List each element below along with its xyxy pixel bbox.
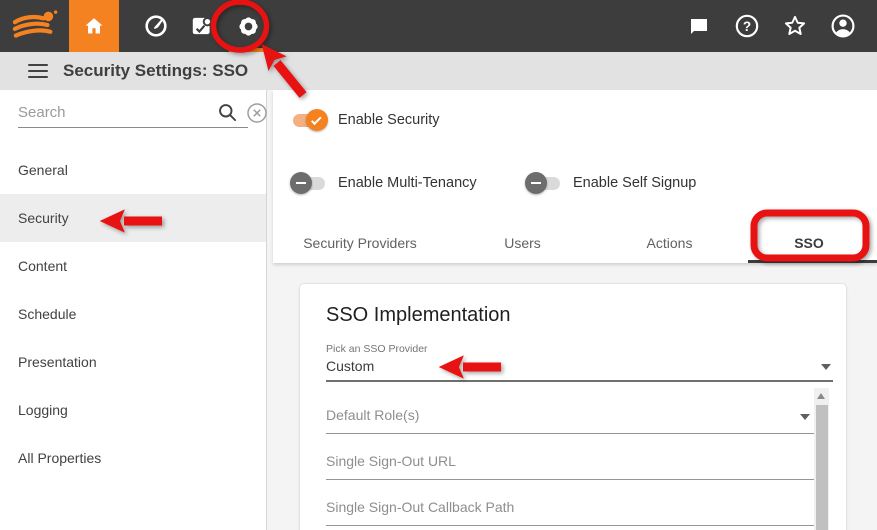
chevron-down-icon bbox=[800, 414, 810, 420]
sidebar-item-all-properties[interactable]: All Properties bbox=[0, 434, 266, 482]
sso-provider-value: Custom bbox=[326, 358, 833, 374]
toggle-knob-minus-icon bbox=[290, 172, 312, 194]
enable-security-row: Enable Security bbox=[293, 112, 440, 128]
single-sign-out-url-row bbox=[326, 434, 814, 480]
sidebar-items: General Security Content Schedule Presen… bbox=[0, 146, 266, 482]
app-window: ? Security Settings: SSO bbox=[0, 0, 877, 530]
scroll-up-arrow-icon[interactable] bbox=[817, 393, 825, 399]
card-scrollbar[interactable] bbox=[814, 388, 829, 530]
default-roles-input[interactable] bbox=[326, 407, 814, 433]
tab-users[interactable]: Users bbox=[447, 223, 598, 263]
toggle-label: Enable Multi-Tenancy bbox=[338, 175, 477, 191]
sso-provider-label: Pick an SSO Provider bbox=[326, 343, 833, 355]
chat-icon bbox=[687, 14, 711, 38]
page-title: Security Settings: SSO bbox=[63, 61, 248, 81]
enable-self-signup-toggle[interactable] bbox=[528, 177, 560, 190]
nav-settings-tab[interactable] bbox=[225, 0, 271, 52]
toggle-label: Enable Security bbox=[338, 112, 440, 128]
enable-multi-tenancy-toggle[interactable] bbox=[293, 177, 325, 190]
brand-logo[interactable] bbox=[0, 0, 69, 52]
sidebar-item-general[interactable]: General bbox=[0, 146, 266, 194]
sso-provider-dropdown[interactable]: Custom bbox=[326, 358, 833, 382]
topbar-spacer bbox=[271, 0, 675, 52]
sidebar-item-content[interactable]: Content bbox=[0, 242, 266, 290]
sso-fields-region bbox=[326, 388, 814, 526]
account-button[interactable] bbox=[819, 0, 867, 52]
toggle-label: Enable Self Signup bbox=[573, 175, 696, 191]
account-icon bbox=[830, 13, 856, 39]
wave-logo-icon bbox=[12, 8, 58, 44]
star-icon bbox=[782, 13, 808, 39]
sidebar-item-security[interactable]: Security bbox=[0, 194, 266, 242]
single-sign-out-url-input[interactable] bbox=[326, 453, 814, 479]
toggle-knob-minus-icon bbox=[525, 172, 547, 194]
tab-security-providers[interactable]: Security Providers bbox=[273, 223, 447, 263]
enable-multi-tenancy-row: Enable Multi-Tenancy bbox=[293, 175, 477, 191]
enable-self-signup-row: Enable Self Signup bbox=[528, 175, 696, 191]
scrollbar-thumb[interactable] bbox=[816, 405, 828, 530]
settings-sidebar: General Security Content Schedule Presen… bbox=[0, 90, 267, 530]
single-sign-out-callback-path-row bbox=[326, 480, 814, 526]
security-tabs: Security Providers Users Actions SSO bbox=[273, 223, 877, 263]
chat-button[interactable] bbox=[675, 0, 723, 52]
chevron-down-icon bbox=[821, 364, 831, 370]
report-check-icon bbox=[189, 13, 215, 39]
topbar-right-icons: ? bbox=[675, 0, 877, 52]
sidebar-item-schedule[interactable]: Schedule bbox=[0, 290, 266, 338]
nav-reports-tab[interactable] bbox=[179, 0, 225, 52]
clear-search-icon[interactable] bbox=[246, 102, 268, 124]
single-sign-out-callback-path-input[interactable] bbox=[326, 499, 814, 525]
nav-home-tab[interactable] bbox=[69, 0, 119, 52]
top-nav-bar: ? bbox=[0, 0, 877, 52]
default-roles-dropdown[interactable] bbox=[326, 388, 814, 434]
gear-icon bbox=[235, 13, 262, 40]
tab-actions[interactable]: Actions bbox=[598, 223, 741, 263]
sidebar-item-logging[interactable]: Logging bbox=[0, 386, 266, 434]
menu-icon[interactable] bbox=[28, 64, 48, 78]
enable-security-toggle[interactable] bbox=[293, 114, 325, 127]
search-icon[interactable] bbox=[217, 102, 238, 123]
sso-provider-field: Pick an SSO Provider Custom bbox=[326, 343, 833, 382]
search-input[interactable] bbox=[18, 104, 217, 121]
sso-implementation-card: SSO Implementation Pick an SSO Provider … bbox=[299, 283, 847, 530]
page-header: Security Settings: SSO bbox=[0, 52, 877, 90]
tab-sso[interactable]: SSO bbox=[741, 223, 877, 263]
sidebar-search bbox=[18, 98, 248, 128]
svg-text:?: ? bbox=[743, 19, 751, 34]
help-icon: ? bbox=[734, 13, 760, 39]
gauge-icon bbox=[143, 13, 169, 39]
sidebar-item-presentation[interactable]: Presentation bbox=[0, 338, 266, 386]
favorites-button[interactable] bbox=[771, 0, 819, 52]
help-button[interactable]: ? bbox=[723, 0, 771, 52]
security-toggles-panel: Enable Security Enable Multi-Tenancy Ena… bbox=[273, 90, 877, 263]
home-icon bbox=[82, 14, 106, 38]
nav-dashboards-tab[interactable] bbox=[133, 0, 179, 52]
security-settings-main: Enable Security Enable Multi-Tenancy Ena… bbox=[267, 90, 877, 530]
toggle-knob-check-icon bbox=[306, 109, 328, 131]
card-title: SSO Implementation bbox=[326, 304, 846, 327]
content-area: General Security Content Schedule Presen… bbox=[0, 90, 877, 530]
